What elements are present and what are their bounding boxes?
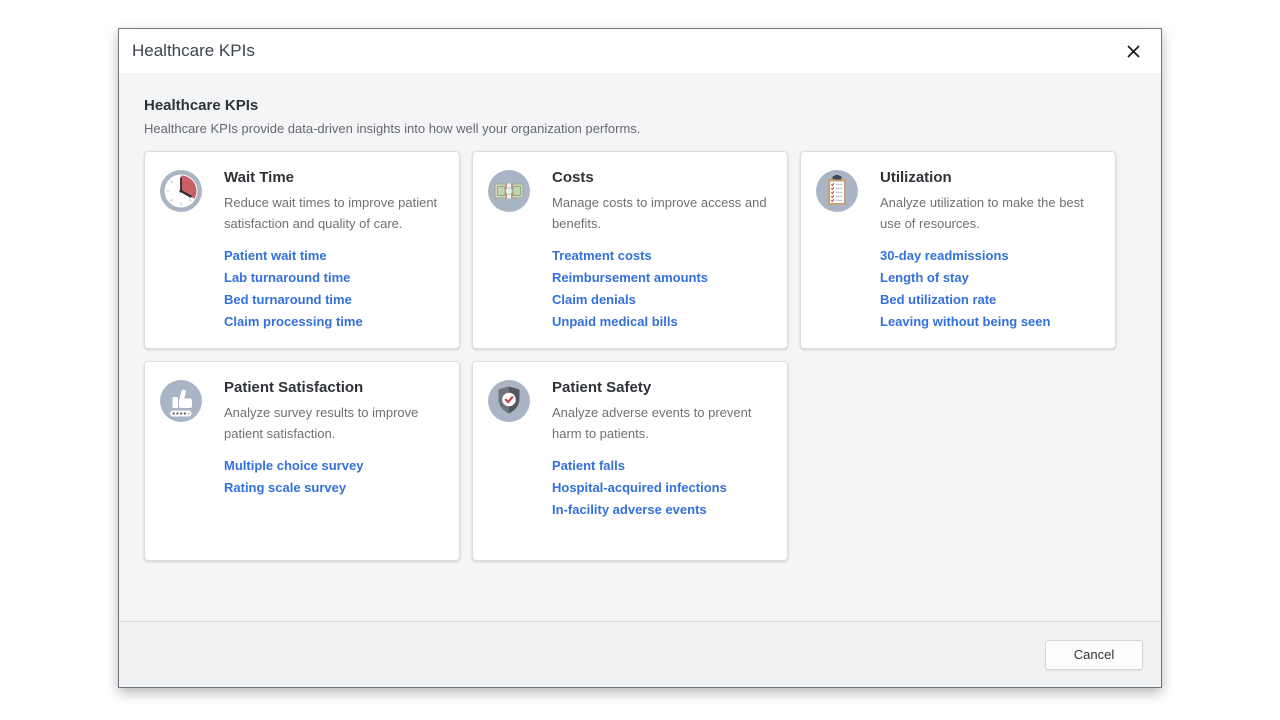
kpi-links: Patient wait time Lab turnaround time Bed … [224, 249, 445, 329]
kpi-cards-grid: Wait Time Reduce wait times to improve p… [144, 151, 1136, 561]
card-title: Costs [552, 169, 773, 186]
dialog-title: Healthcare KPIs [132, 41, 255, 61]
kpi-card-costs: Costs Manage costs to improve access and… [472, 151, 788, 349]
card-description: Reduce wait times to improve patient sat… [224, 192, 445, 234]
clock-icon [159, 169, 203, 213]
card-description: Analyze survey results to improve patien… [224, 402, 445, 444]
clipboard-checklist-icon [815, 169, 859, 213]
kpi-links: Patient falls Hospital-acquired infection… [552, 459, 773, 517]
kpi-links: 30-day readmissions Length of stay Bed uti… [880, 249, 1101, 329]
card-description: Analyze adverse events to prevent harm t… [552, 402, 773, 444]
kpi-link[interactable]: Rating scale survey [224, 481, 445, 495]
kpi-link[interactable]: Claim processing time [224, 315, 445, 329]
cancel-button[interactable]: Cancel [1045, 640, 1143, 670]
dialog-footer: Cancel [119, 621, 1161, 687]
kpi-link[interactable]: Patient wait time [224, 249, 445, 263]
kpi-card-wait-time: Wait Time Reduce wait times to improve p… [144, 151, 460, 349]
card-description: Manage costs to improve access and benef… [552, 192, 773, 234]
money-icon [487, 169, 531, 213]
close-icon[interactable] [1119, 37, 1147, 65]
card-title: Wait Time [224, 169, 445, 186]
section-description: Healthcare KPIs provide data-driven insi… [144, 121, 1136, 136]
section-heading: Healthcare KPIs [144, 97, 1136, 114]
kpi-card-patient-satisfaction: Patient Satisfaction Analyze survey resu… [144, 361, 460, 561]
kpi-card-utilization: Utilization Analyze utilization to make … [800, 151, 1116, 349]
kpi-link[interactable]: Reimbursement amounts [552, 271, 773, 285]
dialog-titlebar: Healthcare KPIs [119, 29, 1161, 73]
kpi-links: Multiple choice survey Rating scale surve… [224, 459, 445, 495]
kpi-link[interactable]: Bed turnaround time [224, 293, 445, 307]
kpi-link[interactable]: In-facility adverse events [552, 503, 773, 517]
dialog-body: Healthcare KPIs Healthcare KPIs provide … [119, 73, 1161, 621]
card-title: Patient Safety [552, 379, 773, 396]
shield-check-icon [487, 379, 531, 423]
kpi-link[interactable]: Claim denials [552, 293, 773, 307]
kpi-links: Treatment costs Reimbursement amounts Clai… [552, 249, 773, 329]
thumbs-up-rating-icon [159, 379, 203, 423]
kpi-link[interactable]: Patient falls [552, 459, 773, 473]
card-title: Utilization [880, 169, 1101, 186]
kpi-link[interactable]: Treatment costs [552, 249, 773, 263]
kpi-link[interactable]: Lab turnaround time [224, 271, 445, 285]
kpi-link[interactable]: Length of stay [880, 271, 1101, 285]
kpi-link[interactable]: Hospital-acquired infections [552, 481, 773, 495]
kpi-card-patient-safety: Patient Safety Analyze adverse events to… [472, 361, 788, 561]
card-description: Analyze utilization to make the best use… [880, 192, 1101, 234]
kpi-link[interactable]: Bed utilization rate [880, 293, 1101, 307]
card-title: Patient Satisfaction [224, 379, 445, 396]
kpi-link[interactable]: 30-day readmissions [880, 249, 1101, 263]
kpi-link[interactable]: Multiple choice survey [224, 459, 445, 473]
healthcare-kpis-dialog: Healthcare KPIs Healthcare KPIs Healthca… [118, 28, 1162, 688]
kpi-link[interactable]: Leaving without being seen [880, 315, 1101, 329]
kpi-link[interactable]: Unpaid medical bills [552, 315, 773, 329]
